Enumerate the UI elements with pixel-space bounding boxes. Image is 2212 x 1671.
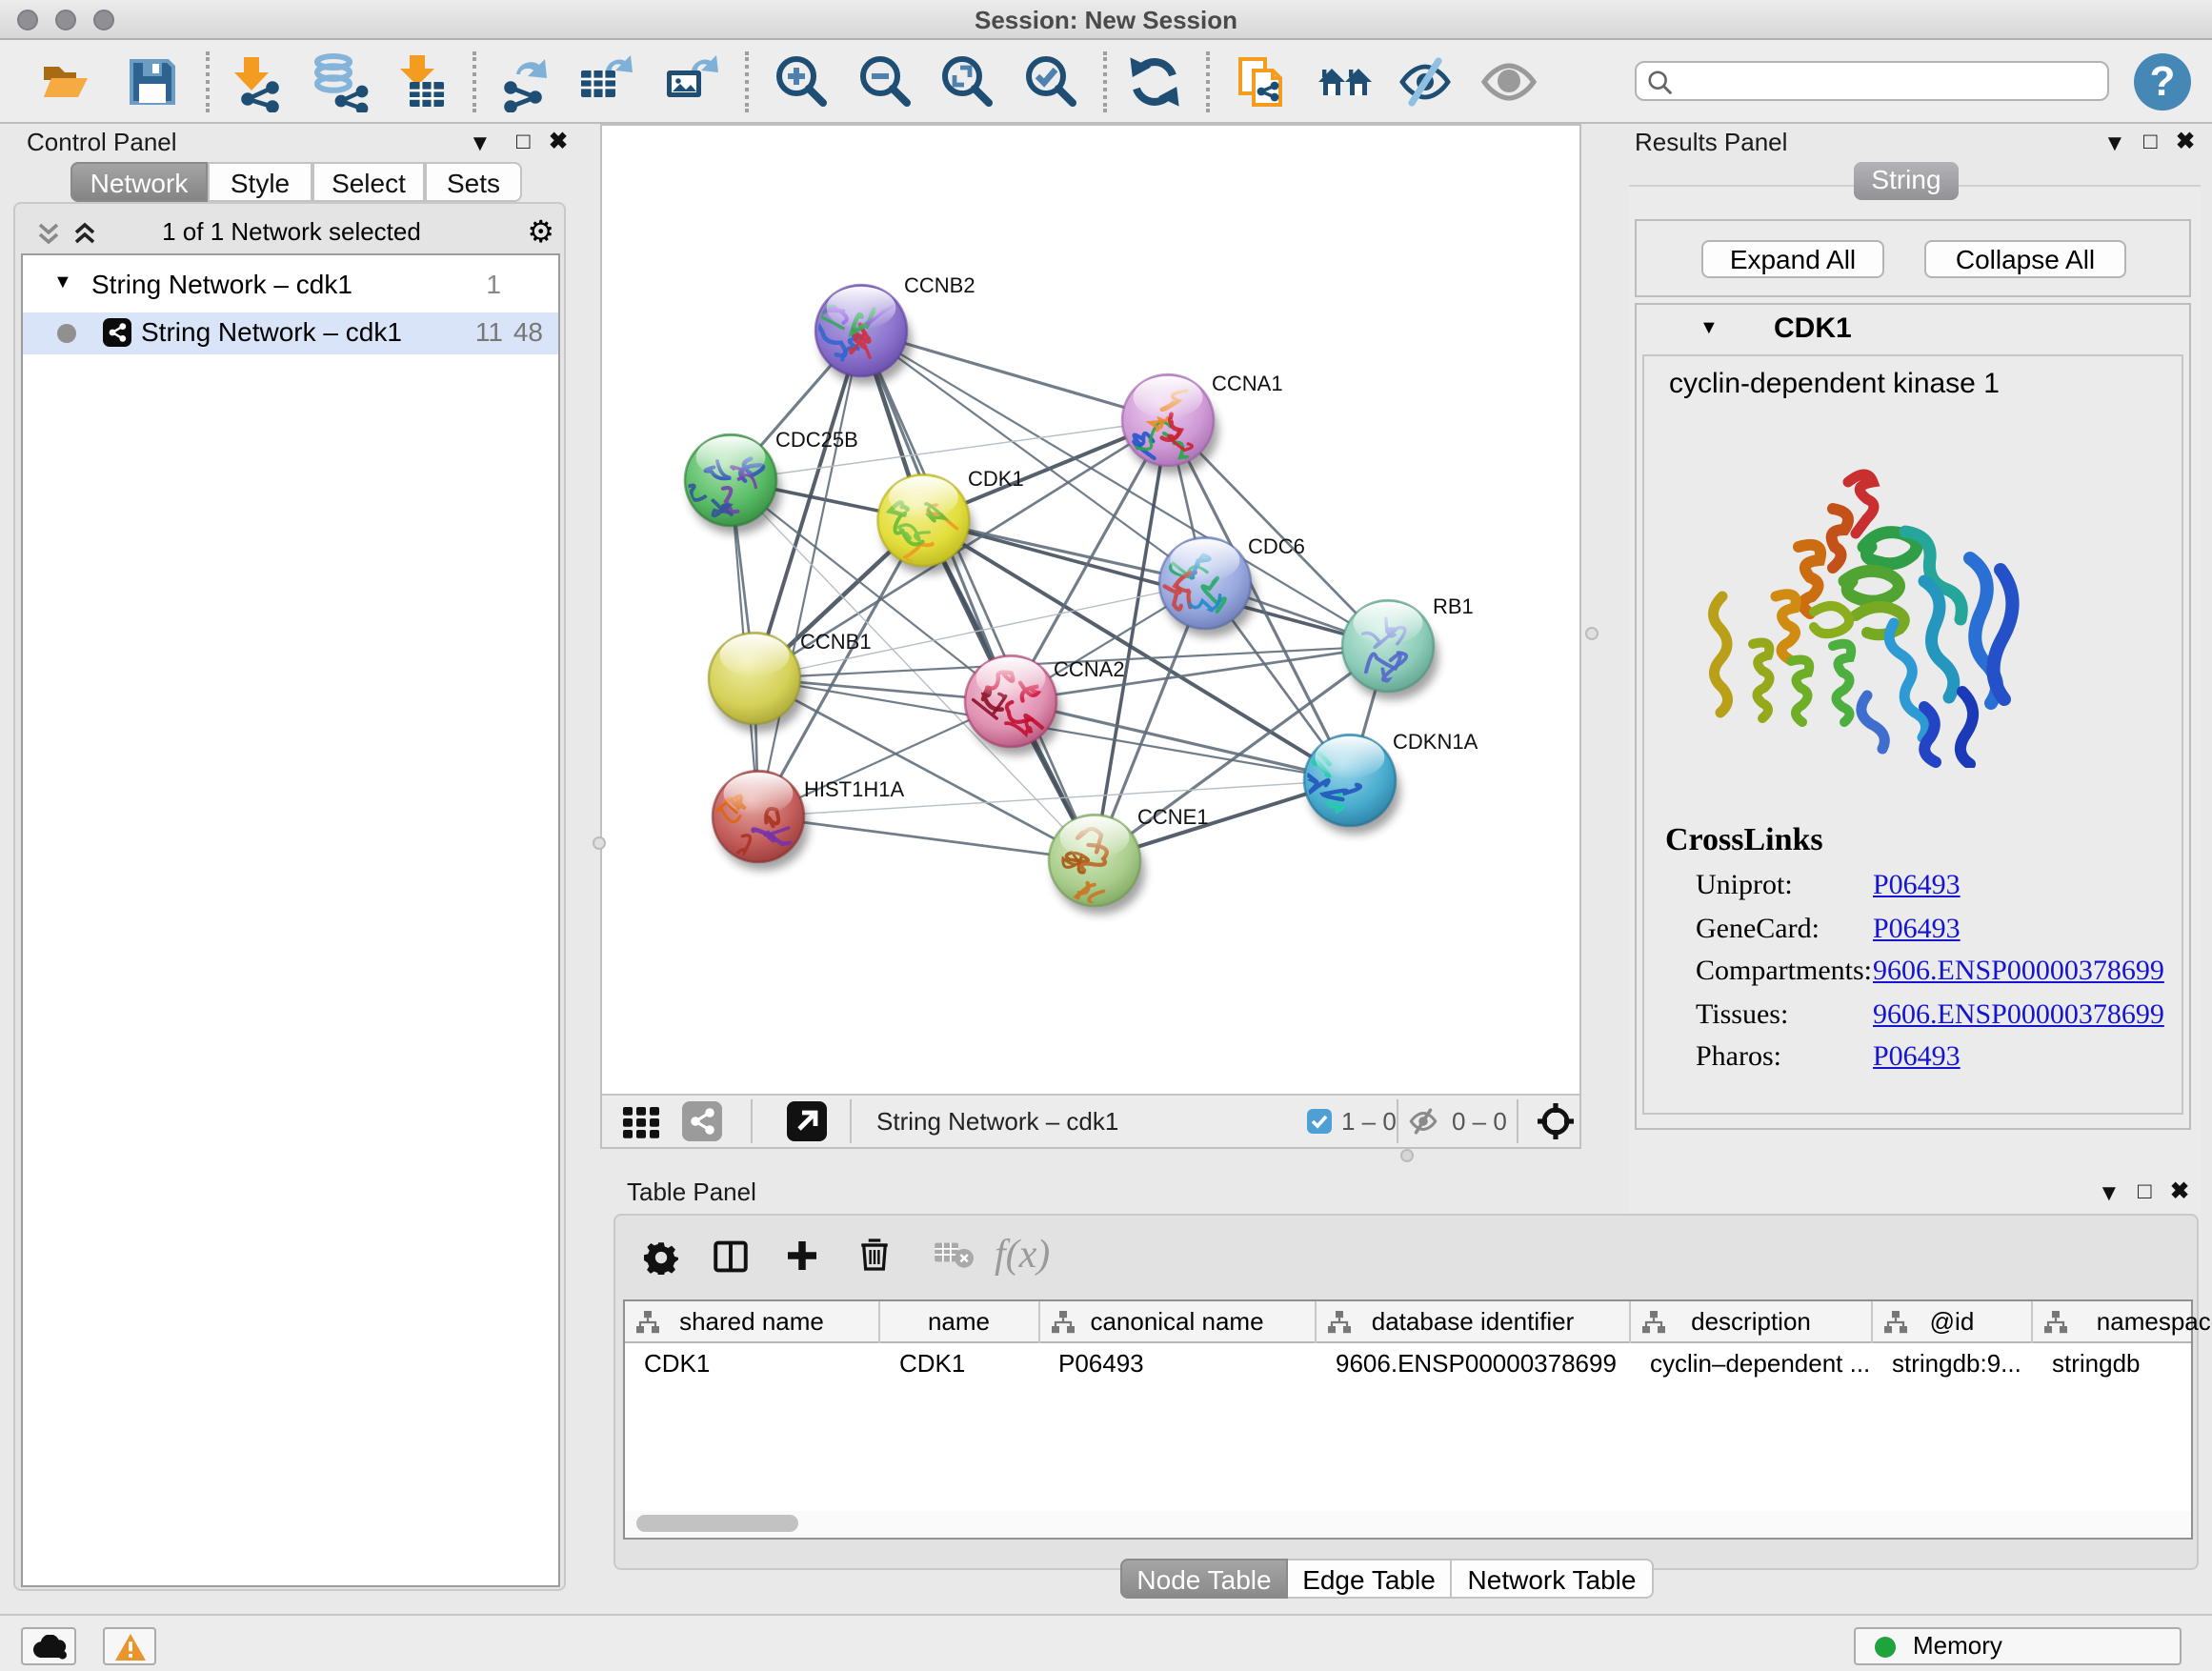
svg-text:CDK1: CDK1 [968,467,1024,491]
svg-text:CCNE1: CCNE1 [1137,805,1209,829]
svg-text:CDKN1A: CDKN1A [1393,730,1478,754]
svg-text:CCNA1: CCNA1 [1212,372,1283,395]
svg-text:HIST1H1A: HIST1H1A [804,777,904,801]
svg-text:CDC25B: CDC25B [775,428,858,452]
svg-text:CDC6: CDC6 [1248,534,1305,558]
svg-text:CCNB1: CCNB1 [800,630,872,654]
svg-text:CCNB2: CCNB2 [904,273,975,297]
svg-text:RB1: RB1 [1433,594,1474,618]
svg-text:CCNA2: CCNA2 [1054,657,1125,681]
